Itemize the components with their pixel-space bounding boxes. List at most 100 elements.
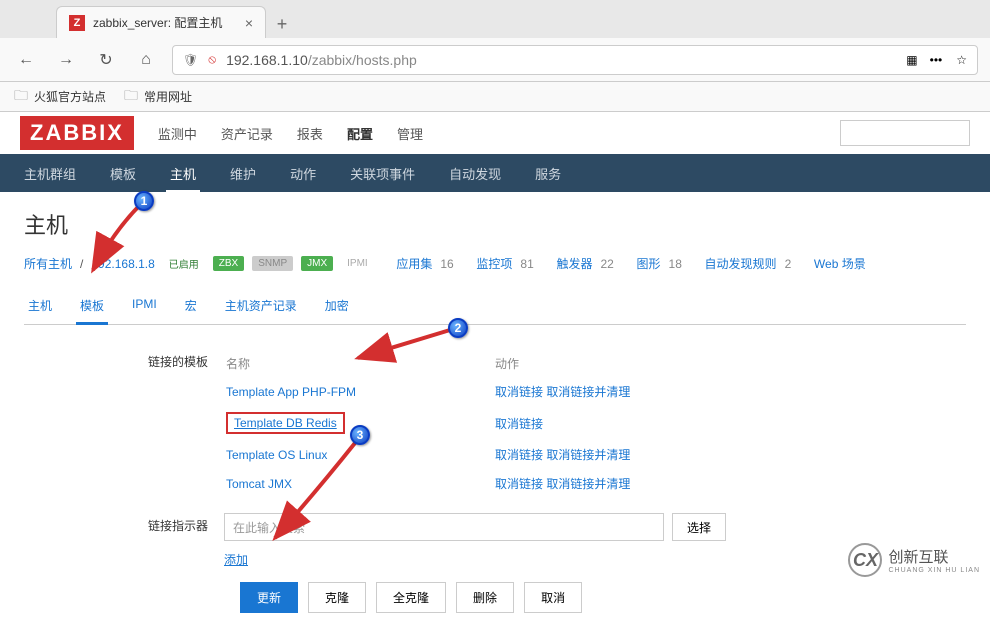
menu-dots-icon[interactable]: ••• [930, 53, 943, 67]
menu-monitoring[interactable]: 监测中 [158, 124, 197, 143]
browser-tab[interactable]: Z zabbix_server: 配置主机 × [56, 6, 266, 38]
template-highlight: Template DB Redis [226, 412, 345, 434]
menu-inventory[interactable]: 资产记录 [221, 124, 273, 143]
close-tab-icon[interactable]: × [245, 15, 253, 31]
tab-templates[interactable]: 模板 [76, 289, 108, 325]
shield-icon: 🛡 [183, 53, 198, 67]
new-tab-button[interactable]: + [266, 10, 298, 38]
breadcrumb: 所有主机 / 192.168.1.8 已启用 ZBXSNMPJMXIPMI 应用… [24, 254, 966, 273]
badge-snmp: SNMP [252, 256, 293, 271]
bc-apps[interactable]: 应用集 [396, 255, 432, 272]
reader-icon[interactable]: ▦ [906, 53, 915, 67]
table-row: Template App PHP-FPM 取消链接 取消链接并清理 [226, 378, 762, 405]
reload-icon[interactable]: ↻ [92, 46, 120, 74]
select-button[interactable]: 选择 [672, 513, 726, 541]
badge-ipmi: IPMI [341, 256, 374, 271]
bookmark-star-icon[interactable]: ☆ [956, 53, 967, 67]
url-bar[interactable]: 🛡 ⦸ 192.168.1.10/zabbix/hosts.php ▦ ••• … [172, 45, 978, 75]
menu-configuration[interactable]: 配置 [347, 124, 373, 143]
watermark-logo-icon: CX [848, 543, 882, 577]
bc-apps-count: 16 [440, 257, 453, 271]
linked-templates-table: 名称动作 Template App PHP-FPM 取消链接 取消链接并清理 T… [224, 349, 764, 499]
add-link[interactable]: 添加 [224, 551, 764, 568]
bc-host[interactable]: 192.168.1.8 [91, 257, 154, 271]
badge-jmx: JMX [301, 256, 333, 271]
update-button[interactable]: 更新 [240, 582, 298, 613]
bookmarks-bar: 🗀火狐官方站点 🗀常用网址 [0, 82, 990, 112]
lock-icon: ⦸ [208, 52, 216, 67]
top-menu: 监测中 资产记录 报表 配置 管理 [158, 124, 423, 143]
th-name: 名称 [226, 351, 493, 376]
host-tabs: 主机 模板 IPMI 宏 主机资产记录 加密 [24, 289, 966, 325]
th-action: 动作 [495, 351, 762, 376]
linked-templates-label: 链接的模板 [24, 349, 224, 499]
tab-host[interactable]: 主机 [24, 289, 56, 324]
submenu-discovery[interactable]: 自动发现 [445, 154, 505, 193]
submenu-services[interactable]: 服务 [531, 154, 565, 193]
table-row: Template OS Linux 取消链接 取消链接并清理 [226, 441, 762, 468]
submenu-actions[interactable]: 动作 [286, 154, 320, 193]
unlink-clear-link[interactable]: 取消链接并清理 [546, 385, 630, 399]
folder-icon: 🗀 [124, 85, 138, 109]
template-link[interactable]: Template App PHP-FPM [226, 385, 356, 399]
browser-tab-strip: Z zabbix_server: 配置主机 × + [0, 0, 990, 38]
bookmark-item[interactable]: 🗀常用网址 [124, 85, 192, 109]
zabbix-submenu: 主机群组 模板 主机 维护 动作 关联项事件 自动发现 服务 [0, 154, 990, 192]
bc-items-count: 81 [520, 257, 533, 271]
submenu-correlation[interactable]: 关联项事件 [346, 154, 419, 193]
bc-items[interactable]: 监控项 [476, 255, 512, 272]
bc-triggers[interactable]: 触发器 [556, 255, 592, 272]
full-clone-button[interactable]: 全克隆 [376, 582, 446, 613]
tab-encryption[interactable]: 加密 [321, 289, 353, 324]
unlink-link[interactable]: 取消链接 [495, 477, 543, 491]
delete-button[interactable]: 删除 [456, 582, 514, 613]
zabbix-logo[interactable]: ZABBIX [20, 116, 134, 150]
forward-icon[interactable]: → [52, 46, 80, 74]
tab-ipmi[interactable]: IPMI [128, 289, 161, 324]
folder-icon: 🗀 [14, 85, 28, 109]
bc-all-hosts[interactable]: 所有主机 [24, 255, 72, 272]
home-icon[interactable]: ⌂ [132, 46, 160, 74]
badge-zbx: ZBX [213, 256, 244, 271]
template-link[interactable]: Tomcat JMX [226, 477, 292, 491]
unlink-clear-link[interactable]: 取消链接并清理 [546, 477, 630, 491]
tab-favicon: Z [69, 15, 85, 31]
template-link[interactable]: Template DB Redis [234, 416, 337, 430]
watermark-brand: 创新互联 [888, 546, 980, 567]
bookmark-item[interactable]: 🗀火狐官方站点 [14, 85, 106, 109]
tab-inventory[interactable]: 主机资产记录 [221, 289, 301, 324]
page-title: 主机 [24, 208, 966, 240]
cancel-button[interactable]: 取消 [524, 582, 582, 613]
back-icon[interactable]: ← [12, 46, 40, 74]
watermark: CX 创新互联 CHUANG XIN HU LIAN [848, 543, 980, 577]
bc-web[interactable]: Web 场景 [814, 255, 866, 272]
submenu-maintenance[interactable]: 维护 [226, 154, 260, 193]
submenu-hosts[interactable]: 主机 [166, 154, 200, 193]
submenu-templates[interactable]: 模板 [106, 154, 140, 193]
browser-toolbar: ← → ↻ ⌂ 🛡 ⦸ 192.168.1.10/zabbix/hosts.ph… [0, 38, 990, 82]
clone-button[interactable]: 克隆 [308, 582, 366, 613]
link-indicator-label: 链接指示器 [24, 513, 224, 568]
unlink-link[interactable]: 取消链接 [495, 385, 543, 399]
tab-macros[interactable]: 宏 [181, 289, 201, 324]
annotation-3: 3 [350, 425, 370, 445]
bc-triggers-count: 22 [600, 257, 613, 271]
form-buttons: 更新 克隆 全克隆 删除 取消 [240, 582, 966, 613]
unlink-link[interactable]: 取消链接 [495, 448, 543, 462]
content-area: 主机 所有主机 / 192.168.1.8 已启用 ZBXSNMPJMXIPMI… [0, 192, 990, 629]
bc-discovery[interactable]: 自动发现规则 [705, 255, 777, 272]
menu-admin[interactable]: 管理 [397, 124, 423, 143]
annotation-1: 1 [134, 191, 154, 211]
zabbix-header: ZABBIX 监测中 资产记录 报表 配置 管理 [0, 112, 990, 154]
unlink-link[interactable]: 取消链接 [495, 417, 543, 431]
bc-graphs[interactable]: 图形 [637, 255, 661, 272]
submenu-hostgroups[interactable]: 主机群组 [20, 154, 80, 193]
tab-title: zabbix_server: 配置主机 [93, 14, 222, 31]
global-search[interactable] [840, 120, 970, 146]
menu-reports[interactable]: 报表 [297, 124, 323, 143]
unlink-clear-link[interactable]: 取消链接并清理 [546, 448, 630, 462]
status-enabled: 已启用 [163, 254, 205, 273]
template-search-input[interactable]: 在此输入搜索 [224, 513, 664, 541]
template-link[interactable]: Template OS Linux [226, 448, 327, 462]
bc-disc-count: 2 [785, 257, 792, 271]
